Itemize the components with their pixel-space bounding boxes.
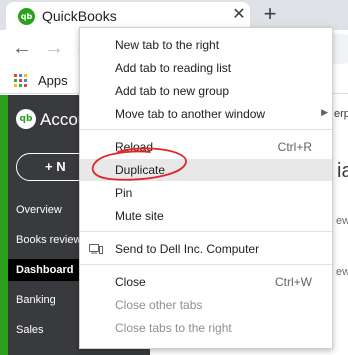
menu-separator <box>80 129 332 130</box>
menu-item-label: Reload <box>115 140 154 154</box>
menu-item-mute-site[interactable]: Mute site <box>80 205 332 227</box>
menu-item-pin[interactable]: Pin <box>80 182 332 204</box>
apps-bookmark[interactable]: Apps <box>38 73 68 88</box>
arrow-left-icon[interactable]: ← <box>10 36 34 60</box>
menu-item-duplicate[interactable]: Duplicate <box>80 159 332 181</box>
menu-item-reload[interactable]: Reload Ctrl+R <box>80 136 332 158</box>
quickbooks-favicon-icon: qb <box>18 8 35 25</box>
qb-accent-bar <box>0 95 8 355</box>
menu-item-label: Add tab to new group <box>115 84 230 98</box>
menu-item-label: Close tabs to the right <box>115 321 232 335</box>
tab-title: QuickBooks <box>42 8 117 24</box>
content-fragment: ew <box>336 266 348 278</box>
menu-item-label: Close <box>115 275 146 289</box>
content-fragment: ew <box>336 215 348 227</box>
chevron-right-icon: ▶ <box>321 107 328 117</box>
menu-item-move-tab[interactable]: Move tab to another window ▶ <box>80 103 332 125</box>
close-icon[interactable]: ✕ <box>230 5 248 25</box>
menu-item-label: Send to Dell Inc. Computer <box>115 242 260 256</box>
menu-item-label: Add tab to reading list <box>115 61 232 75</box>
menu-item-label: Close other tabs <box>115 298 203 312</box>
content-fragment: erp <box>334 108 348 120</box>
menu-item-label: New tab to the right <box>115 38 220 52</box>
arrow-right-icon[interactable]: → <box>42 36 66 60</box>
menu-separator <box>80 264 332 265</box>
menu-item-label: Mute site <box>115 209 164 223</box>
menu-item-new-tab-right[interactable]: New tab to the right <box>80 34 332 56</box>
menu-item-shortcut: Ctrl+W <box>275 275 312 289</box>
apps-grid-icon[interactable] <box>14 74 28 88</box>
menu-item-add-new-group[interactable]: Add tab to new group <box>80 80 332 102</box>
menu-item-label: Pin <box>115 186 133 200</box>
new-button-label: + N <box>45 159 66 174</box>
menu-item-shortcut: Ctrl+R <box>277 140 312 154</box>
cast-device-icon <box>89 244 103 254</box>
tab-strip: qb QuickBooks ✕ + <box>0 0 348 30</box>
menu-item-add-reading-list[interactable]: Add tab to reading list <box>80 57 332 79</box>
tab-context-menu: New tab to the right Add tab to reading … <box>79 27 333 349</box>
quickbooks-logo-icon: qb <box>16 109 36 129</box>
menu-separator <box>80 231 332 232</box>
browser-tab[interactable]: qb QuickBooks ✕ <box>6 2 250 30</box>
plus-icon[interactable]: + <box>258 2 282 26</box>
menu-item-label: Move tab to another window <box>115 107 266 121</box>
menu-item-label: Duplicate <box>115 163 166 177</box>
menu-item-close-tabs-right: Close tabs to the right <box>80 317 332 339</box>
menu-item-close[interactable]: Close Ctrl+W <box>80 271 332 293</box>
content-fragment: ia <box>337 160 348 182</box>
menu-item-close-other-tabs: Close other tabs <box>80 294 332 316</box>
menu-item-send-to-device[interactable]: Send to Dell Inc. Computer <box>80 238 332 260</box>
